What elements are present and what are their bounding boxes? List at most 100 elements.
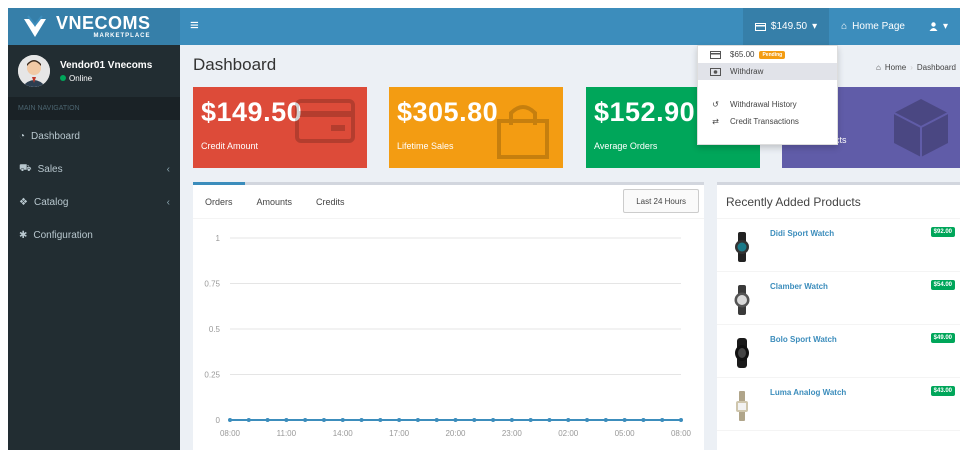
avatar [18, 55, 50, 87]
data-point [415, 418, 420, 422]
withdrawal-history-menu-item[interactable]: ↺ Withdrawal History [698, 96, 837, 113]
user-menu-button[interactable]: ▾ [917, 8, 960, 45]
logo-mark-icon [24, 14, 46, 37]
sidebar-item-catalog[interactable]: ❖ Catalog ‹ [8, 186, 180, 219]
gear-icon: ✱ [19, 230, 28, 241]
breadcrumb-home-link[interactable]: Home [885, 63, 906, 72]
sidebar-item-configuration[interactable]: ✱ Configuration [8, 219, 180, 252]
home-page-link[interactable]: ⌂ Home Page [829, 8, 917, 45]
x-tick-label: 17:00 [389, 429, 410, 438]
recent-products-panel: Recently Added Products Didi Sport Watch… [717, 182, 960, 450]
chevron-left-icon: ‹ [166, 197, 170, 208]
data-point [641, 418, 646, 422]
brand-subtitle: MARKETPLACE [93, 33, 151, 39]
data-point [509, 418, 514, 422]
chevron-left-icon: ‹ [166, 164, 170, 175]
data-point [340, 418, 345, 422]
cubes-icon: ❖ [19, 197, 28, 208]
cart-icon: ⛟ [19, 163, 32, 174]
product-name-link[interactable]: Didi Sport Watch [770, 229, 834, 238]
product-item[interactable]: Luma Analog Watch $43.00 [717, 378, 960, 431]
credit-card-icon [295, 99, 355, 143]
sidebar-item-label: Dashboard [31, 131, 80, 142]
user-status-label: Online [69, 73, 93, 83]
watch-thumbnail-icon [736, 391, 748, 421]
online-status-icon [60, 75, 66, 81]
home-page-label: Home Page [852, 21, 905, 32]
credit-dropdown-menu: $65.00 Pending Withdraw ↺ Withdrawal His… [697, 45, 838, 145]
data-point [359, 418, 364, 422]
pending-credit-item[interactable]: $65.00 Pending [698, 46, 837, 63]
product-price-badge: $54.00 [930, 280, 955, 290]
sidebar-item-label: Configuration [33, 230, 93, 241]
top-navbar: VNECOMS MARKETPLACE ≡ $149.50 ▾ ⌂ Home P… [8, 8, 960, 45]
data-point [585, 418, 590, 422]
product-name-link[interactable]: Bolo Sport Watch [770, 335, 837, 344]
product-item[interactable]: Clamber Watch $54.00 [717, 272, 960, 325]
data-point [472, 418, 477, 422]
data-point [228, 418, 232, 422]
data-point [284, 418, 289, 422]
pending-badge: Pending [759, 50, 786, 59]
time-range-button[interactable]: Last 24 Hours [623, 189, 699, 213]
data-point [491, 418, 496, 422]
home-icon: ⌂ [841, 21, 848, 32]
credit-transactions-menu-item[interactable]: ⇄ Credit Transactions [698, 113, 837, 130]
product-name-link[interactable]: Clamber Watch [770, 282, 828, 291]
exchange-icon: ⇄ [712, 117, 719, 126]
product-name-link[interactable]: Luma Analog Watch [770, 388, 846, 397]
product-price-badge: $49.00 [930, 333, 955, 343]
sidebar: Vendor01 Vnecoms Online MAIN NAVIGATION … [8, 45, 180, 450]
y-tick-label: 1 [216, 234, 221, 243]
orders-chart-panel: Orders Amounts Credits Last 24 Hours 0 0.… [193, 182, 704, 450]
data-point [246, 418, 251, 422]
breadcrumb-separator: › [910, 63, 913, 72]
breadcrumb: ⌂ Home › Dashboard [876, 63, 956, 72]
orders-line-chart: 0 0.25 0.5 0.75 1 08:00 11:00 14:00 17:00 20:00 23… [204, 234, 692, 438]
data-point [679, 418, 683, 422]
stat-box-credit-amount[interactable]: $149.50 Credit Amount [193, 87, 367, 168]
sidebar-item-sales[interactable]: ⛟ Sales ‹ [8, 153, 180, 186]
data-point [622, 418, 627, 422]
stat-box-lifetime-sales[interactable]: $305.80 Lifetime Sales [389, 87, 563, 168]
x-tick-label: 08:00 [671, 429, 692, 438]
x-tick-label: 20:00 [445, 429, 466, 438]
user-icon [929, 22, 938, 31]
user-avatar-icon [18, 55, 50, 87]
logo[interactable]: VNECOMS MARKETPLACE [8, 8, 180, 45]
data-point [265, 418, 270, 422]
product-item[interactable]: Bolo Sport Watch $49.00 [717, 325, 960, 378]
data-point [453, 418, 458, 422]
x-tick-label: 11:00 [277, 429, 297, 438]
watch-thumbnail-icon [734, 285, 750, 315]
tab-credits[interactable]: Credits [304, 185, 357, 218]
app-window: VNECOMS MARKETPLACE ≡ $149.50 ▾ ⌂ Home P… [8, 8, 960, 450]
pending-amount: $65.00 [730, 50, 755, 59]
tab-orders[interactable]: Orders [193, 182, 245, 218]
user-name: Vendor01 Vnecoms [60, 59, 153, 71]
product-item[interactable]: Didi Sport Watch $92.00 [717, 219, 960, 272]
y-tick-label: 0.25 [204, 371, 220, 380]
user-status: Online [60, 74, 152, 83]
withdraw-menu-item[interactable]: Withdraw [698, 63, 837, 80]
y-tick-label: 0 [216, 416, 221, 425]
y-tick-label: 0.75 [204, 280, 220, 289]
home-icon: ⌂ [876, 63, 881, 72]
breadcrumb-current: Dashboard [916, 63, 956, 72]
history-icon: ↺ [712, 100, 719, 109]
credit-balance: $149.50 [770, 21, 808, 32]
sidebar-item-dashboard[interactable]: ◔ Dashboard [8, 120, 180, 153]
data-point [303, 418, 308, 422]
cube-icon [893, 99, 949, 157]
data-point [547, 418, 552, 422]
data-point [528, 418, 533, 422]
credit-card-icon [754, 22, 766, 31]
hamburger-icon[interactable]: ≡ [190, 18, 199, 33]
navbar-right: $149.50 ▾ ⌂ Home Page ▾ [742, 8, 960, 45]
watch-thumbnail-icon [735, 232, 749, 262]
sidebar-item-label: Catalog [33, 197, 69, 208]
credit-menu-button[interactable]: $149.50 ▾ [742, 8, 830, 45]
tab-amounts[interactable]: Amounts [245, 185, 305, 218]
y-tick-label: 0.5 [209, 325, 221, 334]
user-panel: Vendor01 Vnecoms Online [8, 45, 180, 97]
